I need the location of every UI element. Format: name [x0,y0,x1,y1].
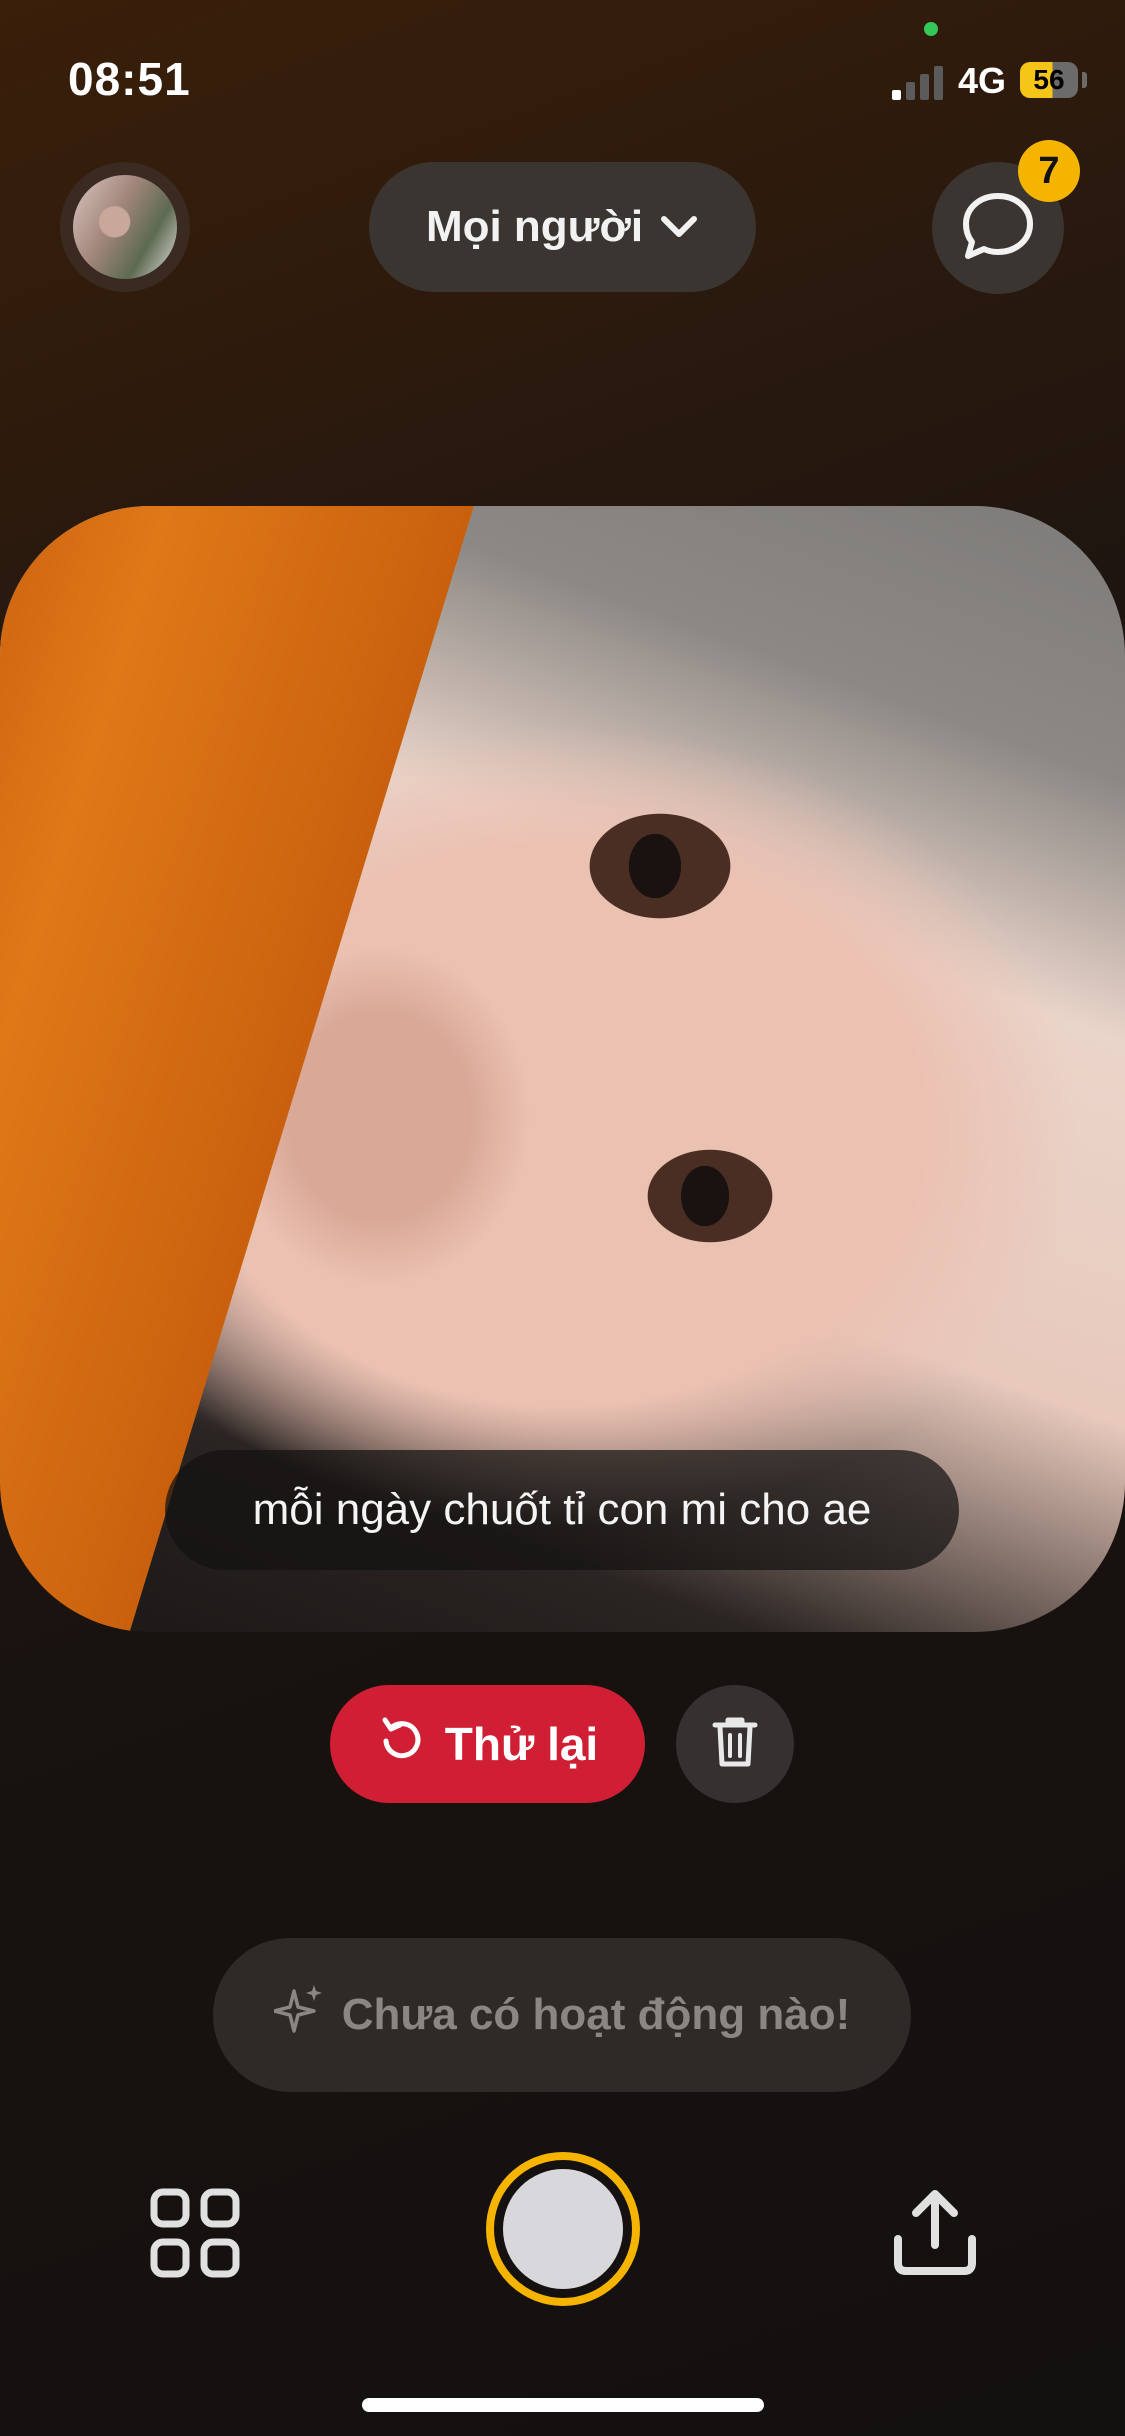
retry-icon [377,1714,427,1775]
trash-icon [711,1715,759,1774]
profile-avatar-button[interactable] [60,162,190,292]
gallery-grid-button[interactable] [140,2180,250,2290]
battery-level: 56 [1020,62,1078,98]
avatar [73,175,177,279]
audience-label: Mọi người [425,202,644,251]
activity-text: Chưa có hoạt động nào! [341,1990,851,2039]
photo-caption[interactable]: mỗi ngày chuốt tỉ con mi cho ae [165,1450,959,1570]
shutter-button[interactable] [486,2152,640,2306]
retry-button[interactable]: Thử lại [330,1685,645,1803]
delete-button[interactable] [676,1685,794,1803]
home-indicator [362,2398,764,2412]
shutter-inner [503,2169,623,2289]
status-time: 08:51 [68,53,191,105]
retry-label: Thử lại [444,1718,599,1770]
battery-tip [1082,72,1087,88]
camera-indicator [924,22,938,36]
network-type: 4G [958,60,1007,101]
grid-icon [150,2188,240,2283]
sparkles-icon [272,1983,324,2048]
activity-pill[interactable]: Chưa có hoạt động nào! [213,1938,911,2092]
chat-bubble-icon [960,190,1036,267]
messages-badge: 7 [1018,140,1080,202]
share-button[interactable] [880,2180,990,2290]
share-icon [890,2187,980,2284]
audience-selector[interactable]: Mọi người [369,162,756,292]
chevron-down-icon [659,202,699,252]
signal-strength-icon [892,62,946,100]
